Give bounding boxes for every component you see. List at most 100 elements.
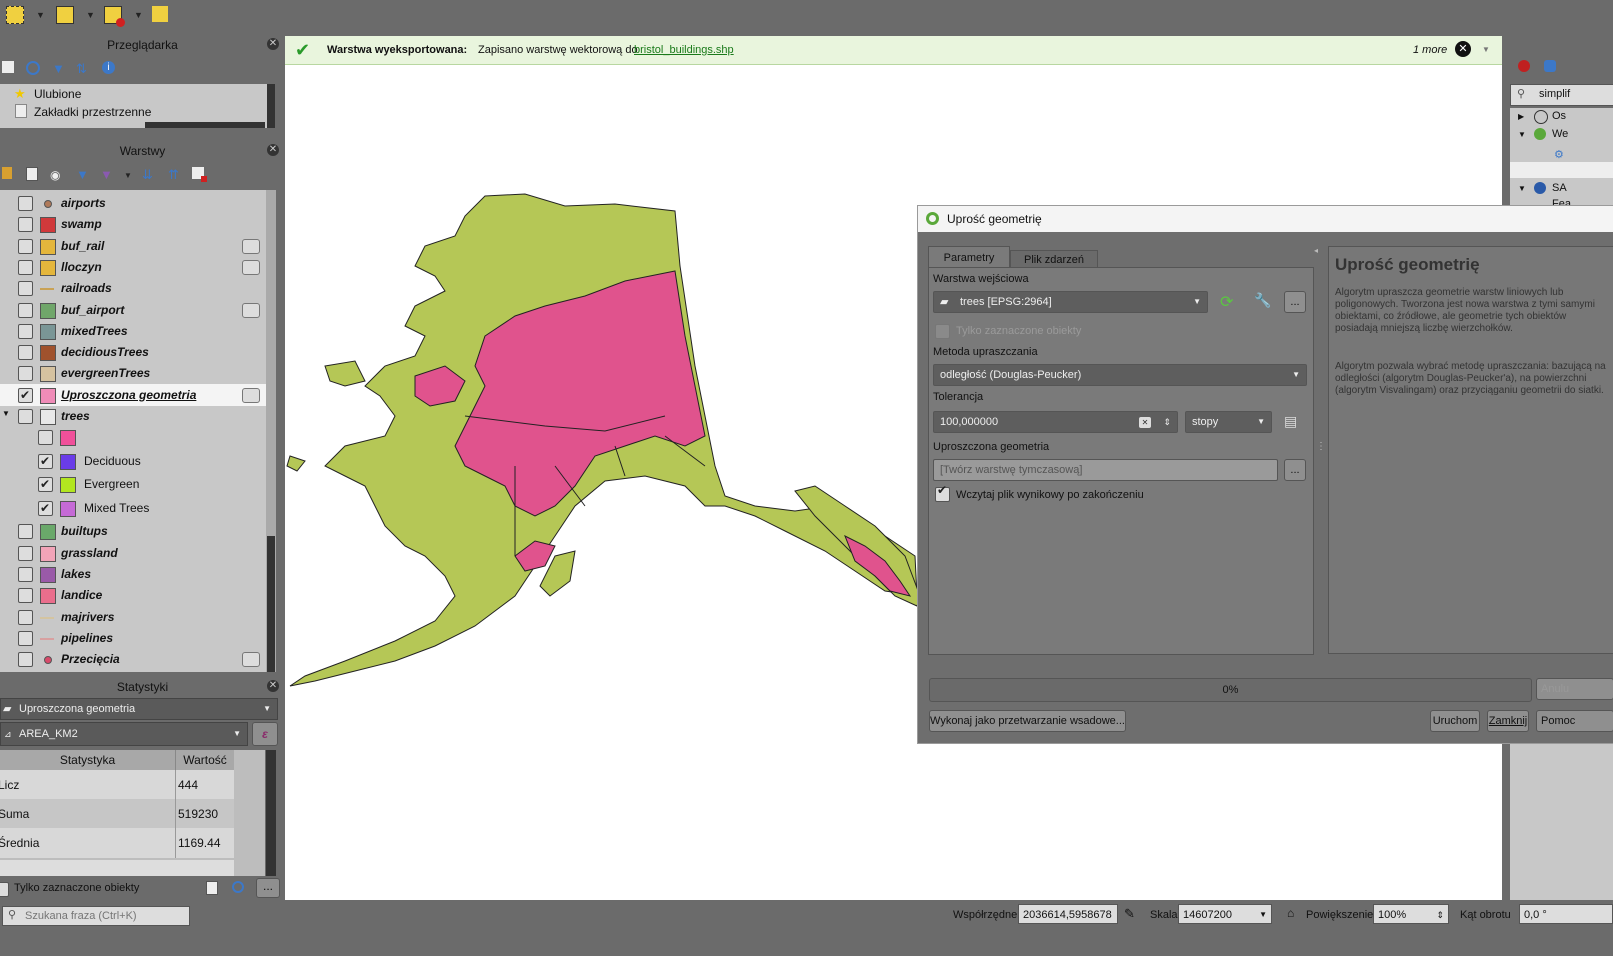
right-search-field[interactable]: ⚲ simplif: [1510, 84, 1613, 106]
output-input[interactable]: [Twórz warstwę tymczasową]: [933, 459, 1278, 481]
wrench-icon[interactable]: 🔧: [1254, 292, 1271, 309]
expand-icon[interactable]: ▶: [1518, 112, 1524, 121]
splitter-handle[interactable]: ⋮: [1316, 441, 1326, 452]
layer-visibility-checkbox[interactable]: [38, 430, 53, 446]
tree-item-recent[interactable]: Os: [1552, 110, 1566, 122]
layer-visibility-checkbox[interactable]: [18, 281, 33, 297]
output-browse-button[interactable]: ...: [1284, 459, 1306, 481]
coordinate-field[interactable]: 2036614,5958678: [1018, 904, 1118, 924]
legend-item[interactable]: Evergreen: [0, 473, 270, 495]
layer-row[interactable]: mixedTrees: [0, 320, 270, 342]
layer-row[interactable]: lloczyn: [0, 256, 270, 278]
chevron-down-icon[interactable]: ▼: [134, 10, 143, 20]
remove-layer-icon[interactable]: [192, 167, 207, 182]
stats-only-selected-checkbox[interactable]: [0, 882, 9, 897]
layer-visibility-checkbox[interactable]: [18, 588, 33, 604]
layer-row[interactable]: landice: [0, 584, 270, 606]
chevron-down-icon[interactable]: ▼: [86, 10, 95, 20]
layer-row[interactable]: airports: [0, 192, 270, 214]
select-all-icon[interactable]: [152, 6, 168, 22]
add-group-icon[interactable]: [26, 167, 38, 181]
legend-item[interactable]: Deciduous: [0, 450, 270, 472]
refresh-icon[interactable]: [26, 61, 40, 75]
layer-visibility-checkbox[interactable]: [18, 384, 33, 406]
info-icon[interactable]: i: [102, 61, 115, 74]
select-by-value-icon[interactable]: [56, 6, 74, 24]
layer-row[interactable]: evergreenTrees: [0, 362, 270, 384]
layer-visibility-checkbox[interactable]: [38, 450, 53, 472]
layer-visibility-checkbox[interactable]: [18, 366, 33, 382]
layer-row[interactable]: majrivers: [0, 606, 270, 628]
layer-visibility-checkbox[interactable]: [18, 566, 33, 582]
collapse-icon[interactable]: ⇅: [76, 61, 92, 77]
clear-icon[interactable]: ✕: [1139, 417, 1151, 428]
layer-indicator-icon[interactable]: [242, 652, 260, 668]
layer-row[interactable]: Przecięcia: [0, 648, 270, 670]
data-defined-icon[interactable]: ▤: [1284, 413, 1297, 430]
layer-visibility-checkbox[interactable]: [18, 545, 33, 561]
layer-visibility-checkbox[interactable]: [18, 609, 33, 625]
tree-item-saga[interactable]: SA: [1552, 182, 1567, 194]
run-button[interactable]: Uruchom: [1430, 710, 1480, 732]
layer-visibility-checkbox[interactable]: [18, 345, 33, 361]
more-options-button[interactable]: ...: [256, 878, 280, 898]
close-message-icon[interactable]: ✕: [1455, 41, 1471, 57]
chevron-down-icon[interactable]: ▼: [124, 171, 132, 180]
layer-visibility-checkbox[interactable]: [18, 323, 33, 339]
layer-row[interactable]: buf_airport: [0, 299, 270, 321]
layer-visibility-checkbox[interactable]: [18, 652, 33, 668]
copy-icon[interactable]: [206, 881, 218, 895]
locator-input[interactable]: [23, 908, 187, 924]
message-link[interactable]: bristol_buildings.shp: [634, 36, 734, 64]
stats-scrollbar[interactable]: [266, 750, 276, 876]
layer-visibility-checkbox[interactable]: [18, 630, 33, 646]
expression-button[interactable]: ε: [252, 722, 278, 746]
bug-icon[interactable]: [1518, 60, 1530, 72]
close-icon[interactable]: ✕: [267, 680, 279, 692]
close-icon[interactable]: ✕: [267, 144, 279, 156]
layer-row[interactable]: pipelines: [0, 627, 270, 649]
legend-item[interactable]: [0, 426, 270, 448]
layer-visibility-checkbox[interactable]: [18, 217, 33, 233]
python-icon[interactable]: [1544, 60, 1556, 72]
tab-parameters[interactable]: Parametry: [928, 246, 1010, 269]
add-icon[interactable]: [2, 61, 14, 73]
locator-field[interactable]: ⚲: [2, 906, 190, 926]
input-browse-button[interactable]: ...: [1284, 291, 1306, 313]
collapse-icon[interactable]: ▼: [2, 409, 10, 418]
layer-visibility-checkbox[interactable]: [18, 302, 33, 318]
layer-row[interactable]: builtups: [0, 520, 270, 542]
chevron-down-icon[interactable]: ▼: [1482, 36, 1490, 64]
method-select[interactable]: odległość (Douglas-Peucker) ▼: [933, 364, 1307, 386]
filter-icon[interactable]: ▼: [52, 61, 68, 77]
collapse-all-icon[interactable]: ⇈: [168, 167, 184, 183]
expand-all-icon[interactable]: ⇊: [142, 167, 158, 183]
unit-select[interactable]: stopy ▼: [1185, 411, 1272, 433]
zoom-field[interactable]: 100% ⇕: [1373, 904, 1449, 924]
layer-indicator-icon[interactable]: [242, 238, 260, 254]
browser-item-bookmarks[interactable]: Zakładki przestrzenne: [34, 105, 151, 119]
layer-visibility-checkbox[interactable]: [18, 196, 33, 211]
scale-select[interactable]: 14607200 ▼: [1178, 904, 1272, 924]
input-layer-select[interactable]: ▰ trees [EPSG:2964] ▼: [933, 291, 1208, 313]
message-more[interactable]: 1 more: [1413, 36, 1447, 64]
only-selected-checkbox[interactable]: [935, 324, 950, 339]
horizontal-scrollbar[interactable]: [145, 122, 265, 128]
load-result-checkbox[interactable]: [935, 483, 950, 502]
layer-row[interactable]: railroads: [0, 277, 270, 299]
layer-visibility-checkbox[interactable]: [18, 409, 33, 424]
tolerance-input[interactable]: 100,000000 ✕ ⇕: [933, 411, 1178, 433]
layer-indicator-icon[interactable]: [242, 302, 260, 318]
layer-indicator-icon[interactable]: [242, 259, 260, 275]
layer-row[interactable]: lakes: [0, 563, 270, 585]
layer-row[interactable]: swamp: [0, 213, 270, 235]
legend-item[interactable]: Mixed Trees: [0, 497, 270, 519]
layer-indicator-icon[interactable]: [242, 387, 260, 403]
layer-row[interactable]: Uproszczona geometria: [0, 383, 270, 406]
refresh-icon[interactable]: [232, 881, 244, 893]
lock-icon[interactable]: ⌂: [1287, 906, 1294, 920]
close-icon[interactable]: ✕: [267, 38, 279, 50]
spin-icon[interactable]: ⇕: [1163, 412, 1171, 432]
tree-item-qgis[interactable]: We: [1552, 128, 1568, 140]
collapse-icon[interactable]: ▼: [1518, 184, 1526, 193]
